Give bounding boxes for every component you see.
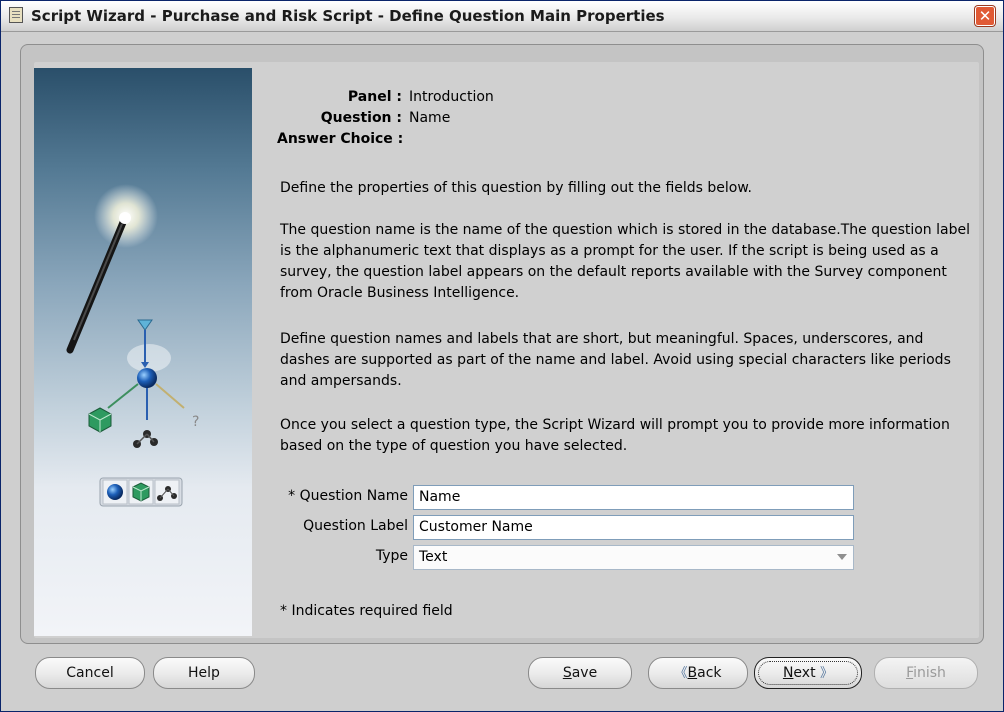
title-bar: Script Wizard - Purchase and Risk Script… [1, 1, 1003, 32]
instruction-paragraph: Once you select a question type, the Scr… [280, 417, 950, 454]
cancel-button-label: Cancel [66, 665, 114, 681]
save-button[interactable]: Save [528, 657, 632, 689]
back-button[interactable]: 《Back [648, 657, 748, 689]
instruction-paragraph: The question name is the name of the que… [280, 222, 970, 301]
chevron-down-icon[interactable] [837, 554, 847, 560]
instruction-paragraph: Define the properties of this question b… [280, 180, 752, 196]
sphere-icon [107, 484, 123, 500]
cancel-button[interactable]: Cancel [35, 657, 145, 689]
question-name-label: * Question Name [288, 488, 408, 504]
question-label-input[interactable]: Customer Name [413, 515, 854, 540]
save-mnemonic: S [562, 665, 572, 681]
illustration-graphic: ? [66, 184, 199, 507]
nodes-icon [133, 430, 158, 448]
back-mnemonic: B [687, 665, 698, 681]
type-select-value: Text [419, 549, 448, 565]
question-branch-icon: ? [88, 319, 199, 448]
finish-button-label: inish [913, 665, 946, 681]
required-field-note: * Indicates required field [280, 603, 453, 619]
focus-ring [758, 661, 858, 685]
type-select[interactable]: Text [413, 545, 854, 570]
type-label: Type [375, 548, 408, 564]
cube-icon [88, 407, 112, 433]
cube-small-icon [132, 482, 150, 502]
window-title: Script Wizard - Purchase and Risk Script… [31, 7, 665, 25]
question-value: Name [409, 110, 451, 126]
svg-text:?: ? [192, 414, 199, 430]
type-icon-strip [99, 477, 183, 507]
help-button[interactable]: Help [153, 657, 255, 689]
question-label-label: Question Label [303, 518, 408, 534]
panel-value: Introduction [409, 89, 494, 105]
close-button[interactable]: ✕ [975, 6, 995, 26]
instruction-paragraph: Define question names and labels that ar… [280, 331, 951, 389]
script-document-icon [9, 7, 23, 23]
next-button[interactable]: Next 》 [754, 657, 862, 689]
finish-button[interactable]: Finish [874, 657, 978, 689]
answer-choice-label: Answer Choice : [277, 131, 404, 147]
back-button-label: ack [697, 665, 722, 681]
save-button-label: ave [571, 665, 598, 681]
help-button-label: Help [188, 665, 220, 681]
wizard-illustration: ? [34, 68, 252, 636]
chevron-left-icon: 《 [674, 666, 688, 681]
question-label: Question : [320, 110, 402, 126]
question-name-input[interactable]: Name [413, 485, 854, 510]
panel-label: Panel : [347, 89, 402, 105]
